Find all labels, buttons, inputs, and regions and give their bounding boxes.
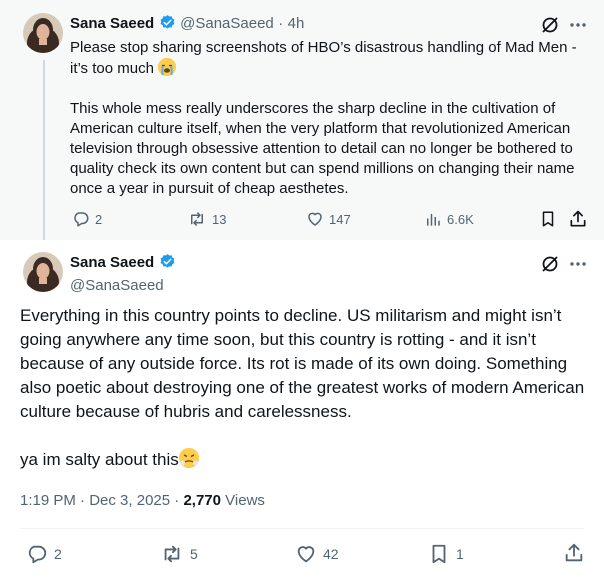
reply-icon: [28, 545, 47, 564]
share-button[interactable]: [563, 542, 585, 564]
more-icon[interactable]: [568, 16, 588, 39]
like-icon: [297, 546, 315, 563]
more-icon[interactable]: [568, 255, 588, 278]
share-icon: [570, 210, 586, 227]
grok-icon[interactable]: [540, 15, 560, 40]
main-text-paragraph1: Everything in this country points to dec…: [20, 306, 585, 421]
parent-text: Please stop sharing screenshots of HBO’s…: [70, 38, 585, 219]
reply-count: 2: [54, 546, 62, 562]
reply-button[interactable]: 2: [72, 210, 102, 228]
bookmark-button[interactable]: [539, 210, 557, 228]
divider: [20, 528, 584, 529]
avatar[interactable]: [23, 13, 63, 53]
views-count: 6.6K: [447, 211, 474, 227]
repost-button[interactable]: 13: [187, 210, 226, 228]
thread-line: [43, 60, 45, 240]
author-name[interactable]: Sana Saeed: [70, 254, 154, 271]
parent-text-paragraph2: This whole mess really underscores the s…: [70, 100, 575, 197]
reply-icon: [74, 212, 89, 227]
repost-count: 13: [212, 211, 227, 227]
post-time[interactable]: 1:19 PM: [20, 492, 76, 509]
like-count: 147: [329, 211, 351, 227]
separator-dot: ·: [278, 15, 284, 32]
author-handle[interactable]: @SanaSaeed: [180, 15, 274, 32]
like-icon: [308, 212, 322, 226]
post-meta: 1:19 PM · Dec 3, 2025 · 2,770 Views: [20, 492, 265, 509]
separator-dot: ·: [80, 492, 86, 509]
bookmark-icon: [432, 544, 446, 564]
views-button[interactable]: 6.6K: [424, 210, 474, 228]
like-button[interactable]: 42: [295, 543, 339, 565]
author-name[interactable]: Sana Saeed: [70, 15, 154, 32]
views-label: Views: [225, 492, 265, 509]
repost-icon: [164, 545, 180, 563]
author-handle[interactable]: @SanaSaeed: [70, 277, 176, 294]
bookmark-count: 1: [456, 546, 464, 562]
share-button[interactable]: [568, 209, 588, 229]
bookmark-icon: [542, 211, 554, 227]
post-time[interactable]: 4h: [288, 15, 305, 32]
views-count: 2,770: [183, 492, 221, 509]
verified-icon: [159, 14, 176, 36]
main-text: Everything in this country points to dec…: [20, 304, 595, 496]
main-author: Sana Saeed @SanaSaeed: [70, 253, 176, 294]
repost-count: 5: [190, 546, 198, 562]
post-date[interactable]: Dec 3, 2025: [89, 492, 170, 509]
main-text-paragraph2: ya im salty about this: [20, 450, 179, 469]
parent-header: Sana Saeed @SanaSaeed · 4h: [70, 14, 304, 36]
repost-button[interactable]: 5: [160, 543, 198, 565]
like-count: 42: [323, 546, 339, 562]
bookmark-button[interactable]: 1: [428, 543, 464, 565]
avatar[interactable]: [23, 252, 63, 292]
reply-count: 2: [95, 211, 103, 227]
grok-icon[interactable]: [540, 254, 560, 279]
steam-emoji: [178, 448, 199, 468]
views-icon: [427, 213, 440, 226]
reply-button[interactable]: 2: [26, 543, 62, 565]
parent-text-line1: Please stop sharing screenshots of HBO’s…: [70, 39, 577, 77]
verified-icon: [159, 253, 176, 275]
like-button[interactable]: 147: [306, 210, 351, 228]
repost-icon: [191, 212, 203, 226]
share-icon: [565, 543, 583, 562]
parent-tweet[interactable]: Sana Saeed @SanaSaeed · 4h Please stop s…: [0, 0, 604, 240]
separator-dot: ·: [174, 492, 180, 509]
loudly-crying-emoji: [158, 58, 177, 76]
